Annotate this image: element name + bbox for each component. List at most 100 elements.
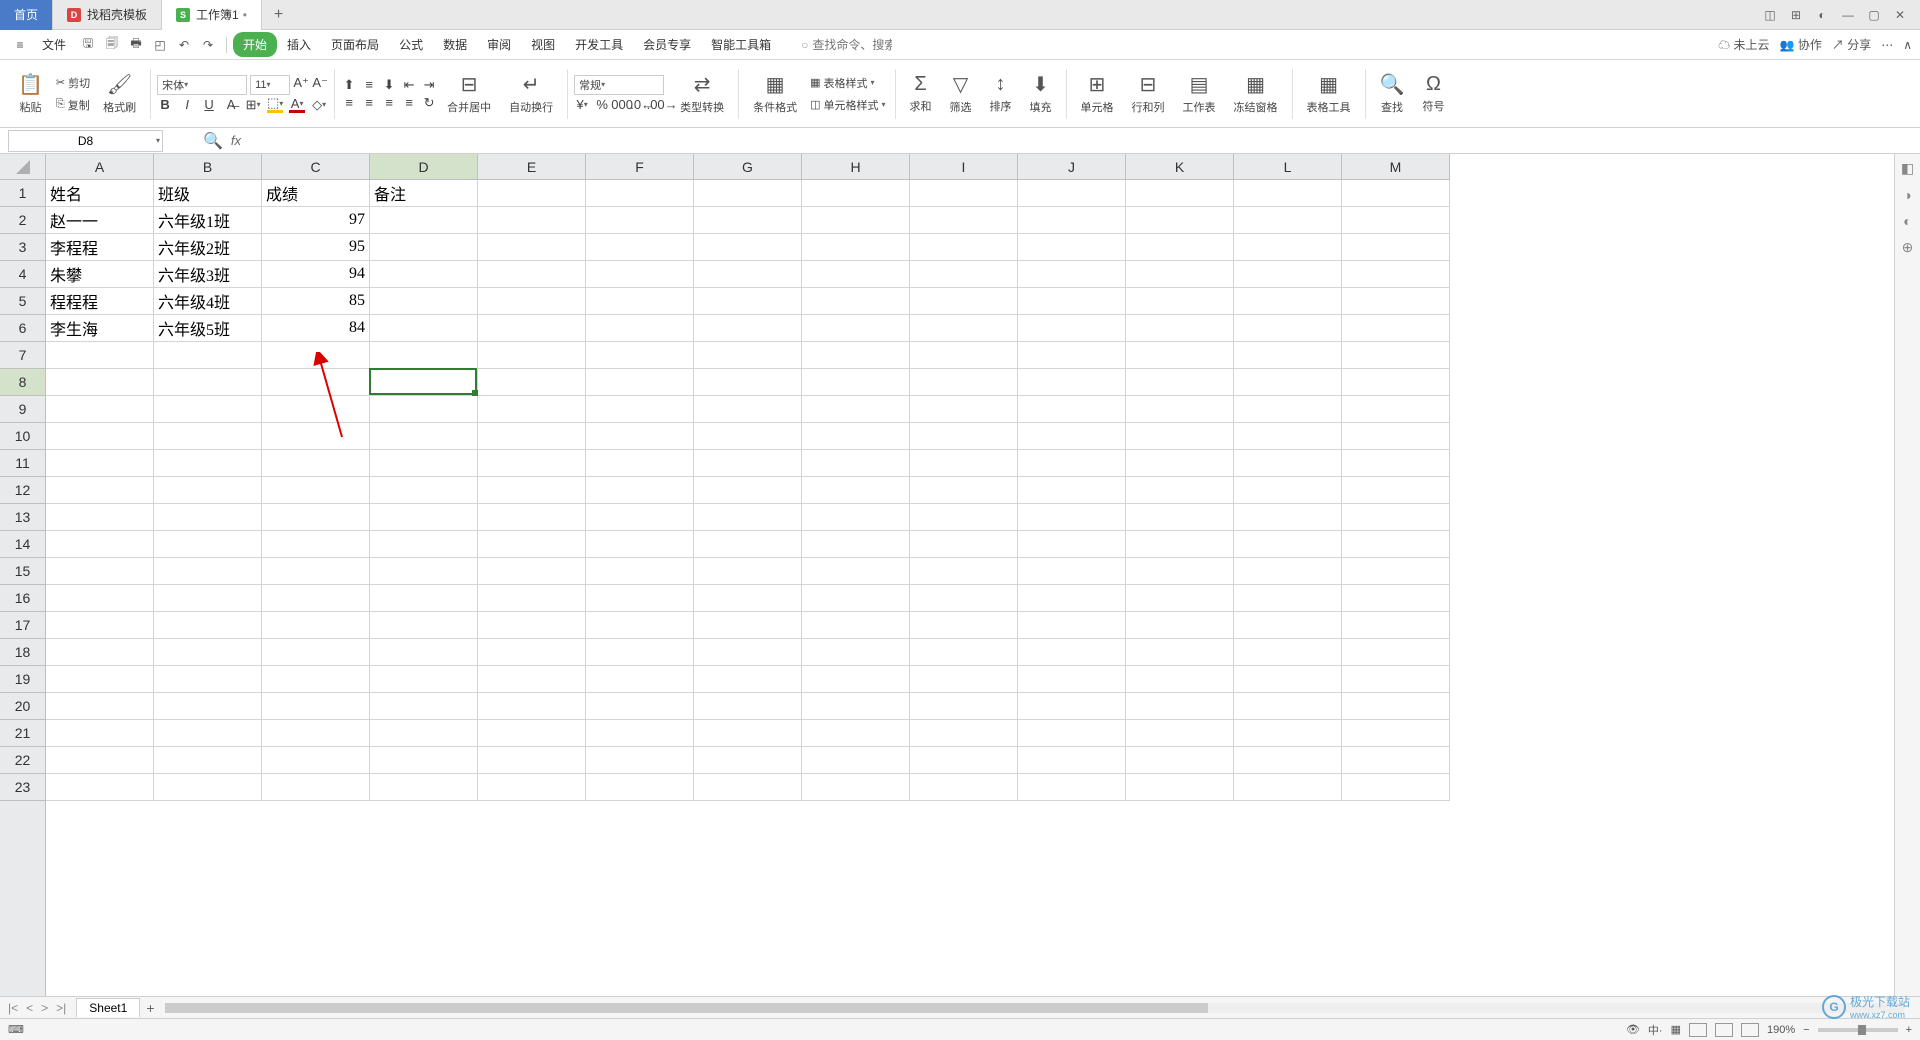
search-fx-icon[interactable]: 🔍 xyxy=(203,131,223,151)
menu-layout[interactable]: 页面布局 xyxy=(321,32,389,57)
cell[interactable] xyxy=(586,369,694,396)
cell[interactable] xyxy=(802,531,910,558)
cell[interactable] xyxy=(1126,558,1234,585)
cell[interactable] xyxy=(586,693,694,720)
row-header-8[interactable]: 8 xyxy=(0,369,45,396)
cell[interactable] xyxy=(1342,585,1450,612)
cell[interactable] xyxy=(910,342,1018,369)
cell[interactable] xyxy=(586,747,694,774)
fill-icon[interactable]: ⬇ xyxy=(1032,72,1049,97)
cell[interactable] xyxy=(910,585,1018,612)
row-header-5[interactable]: 5 xyxy=(0,288,45,315)
menu-review[interactable]: 审阅 xyxy=(477,32,521,57)
cell[interactable] xyxy=(586,504,694,531)
cell[interactable] xyxy=(1018,666,1126,693)
cell[interactable] xyxy=(370,423,478,450)
col-header-M[interactable]: M xyxy=(1342,154,1450,179)
cell[interactable] xyxy=(1234,396,1342,423)
cell[interactable] xyxy=(694,315,802,342)
cell[interactable] xyxy=(802,639,910,666)
cell[interactable] xyxy=(1342,234,1450,261)
cell[interactable] xyxy=(478,180,586,207)
cell-icon[interactable]: ⊞ xyxy=(1089,72,1106,97)
cell[interactable] xyxy=(802,342,910,369)
cell-style-button[interactable]: ◫ 单元格样式▾ xyxy=(807,95,888,115)
cell[interactable] xyxy=(262,612,370,639)
filter-icon[interactable]: ▽ xyxy=(953,72,968,97)
row-header-3[interactable]: 3 xyxy=(0,234,45,261)
row-header-4[interactable]: 4 xyxy=(0,261,45,288)
cell[interactable] xyxy=(478,612,586,639)
cell[interactable] xyxy=(478,666,586,693)
cell[interactable] xyxy=(370,585,478,612)
menu-dev[interactable]: 开发工具 xyxy=(565,32,633,57)
cell[interactable] xyxy=(370,450,478,477)
cell[interactable] xyxy=(370,639,478,666)
cell[interactable] xyxy=(1342,450,1450,477)
col-header-C[interactable]: C xyxy=(262,154,370,179)
align-middle-icon[interactable]: ≡ xyxy=(361,77,377,93)
cell[interactable] xyxy=(154,477,262,504)
menu-member[interactable]: 会员专享 xyxy=(633,32,701,57)
menu-data[interactable]: 数据 xyxy=(433,32,477,57)
apps-icon[interactable]: ⊞ xyxy=(1784,3,1808,27)
cell[interactable] xyxy=(694,342,802,369)
cell[interactable] xyxy=(262,747,370,774)
cell[interactable] xyxy=(802,774,910,801)
row-header-12[interactable]: 12 xyxy=(0,477,45,504)
cell[interactable] xyxy=(1126,531,1234,558)
cell[interactable] xyxy=(46,585,154,612)
preview-icon[interactable]: ◰ xyxy=(150,35,170,55)
cell[interactable] xyxy=(802,207,910,234)
cell[interactable] xyxy=(1018,234,1126,261)
cell[interactable] xyxy=(370,477,478,504)
cell[interactable] xyxy=(910,261,1018,288)
cell[interactable] xyxy=(802,288,910,315)
cell[interactable] xyxy=(1342,423,1450,450)
cell[interactable] xyxy=(1234,639,1342,666)
panel-icon[interactable]: ◧ xyxy=(1901,160,1914,177)
row-header-19[interactable]: 19 xyxy=(0,666,45,693)
cell[interactable] xyxy=(370,396,478,423)
row-header-2[interactable]: 2 xyxy=(0,207,45,234)
view-break-icon[interactable] xyxy=(1741,1023,1759,1037)
sum-icon[interactable]: Σ xyxy=(914,73,926,96)
cell[interactable] xyxy=(478,558,586,585)
undo-icon[interactable]: ↶ xyxy=(174,35,194,55)
cell[interactable] xyxy=(478,261,586,288)
col-header-D[interactable]: D xyxy=(370,154,478,179)
cell[interactable] xyxy=(1018,612,1126,639)
cell[interactable] xyxy=(1018,477,1126,504)
cell[interactable] xyxy=(1018,747,1126,774)
cell[interactable] xyxy=(910,315,1018,342)
cell[interactable] xyxy=(694,531,802,558)
cell[interactable] xyxy=(46,612,154,639)
cond-format-icon[interactable]: ▦ xyxy=(766,72,785,97)
cell[interactable] xyxy=(370,369,478,396)
cell[interactable] xyxy=(478,477,586,504)
cell[interactable] xyxy=(1342,774,1450,801)
cell[interactable] xyxy=(262,396,370,423)
merge-icon[interactable]: ⊟ xyxy=(461,72,478,97)
cell[interactable] xyxy=(262,693,370,720)
cell[interactable] xyxy=(262,774,370,801)
col-header-J[interactable]: J xyxy=(1018,154,1126,179)
chevron-icon[interactable]: ∧ xyxy=(1903,38,1912,52)
cell[interactable] xyxy=(262,666,370,693)
cell[interactable]: 备注 xyxy=(370,180,478,207)
cell[interactable] xyxy=(694,369,802,396)
cell[interactable] xyxy=(1342,396,1450,423)
cell[interactable] xyxy=(478,720,586,747)
coop-button[interactable]: 👥 协作 xyxy=(1780,36,1822,53)
row-header-20[interactable]: 20 xyxy=(0,693,45,720)
cell[interactable] xyxy=(370,234,478,261)
col-header-A[interactable]: A xyxy=(46,154,154,179)
row-header-16[interactable]: 16 xyxy=(0,585,45,612)
cell[interactable] xyxy=(1234,450,1342,477)
row-header-18[interactable]: 18 xyxy=(0,639,45,666)
cell[interactable] xyxy=(1018,315,1126,342)
cell[interactable]: 85 xyxy=(262,288,370,315)
cell[interactable] xyxy=(154,747,262,774)
cell[interactable] xyxy=(694,558,802,585)
cell[interactable] xyxy=(1342,288,1450,315)
